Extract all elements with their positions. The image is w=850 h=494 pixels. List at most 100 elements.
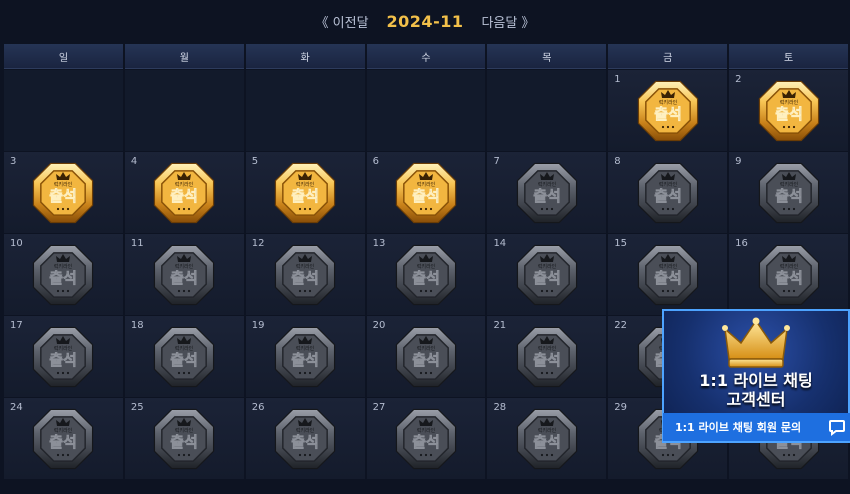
day-number: 24: [10, 402, 23, 413]
day-number: 5: [251, 156, 259, 167]
calendar-week: 1 럭키라인 출석 2 럭키라인 출석: [4, 70, 850, 151]
svg-text:출석: 출석: [533, 187, 561, 205]
day-cell[interactable]: 15 럭키라인 출석: [608, 234, 728, 315]
svg-text:출석: 출석: [291, 187, 319, 205]
svg-text:출석: 출석: [654, 187, 682, 205]
day-cell[interactable]: 3 럭키라인 출석: [4, 152, 123, 233]
day-cell[interactable]: 1 럭키라인 출석: [608, 70, 728, 151]
day-cell[interactable]: 5 럭키라인 출석: [245, 152, 365, 233]
day-cell[interactable]: 9 럭키라인 출석: [729, 152, 849, 233]
live-chat-button-label: 1:1 라이브 채팅 회원 문의: [675, 421, 802, 434]
weekday-sat: 토: [729, 44, 849, 69]
day-number: 15: [614, 238, 628, 249]
attendance-stamp-checked-icon: 럭키라인 출석: [756, 78, 822, 144]
svg-text:출석: 출석: [775, 187, 803, 205]
svg-text:출석: 출석: [412, 433, 440, 451]
weekday-mon: 월: [124, 44, 244, 69]
weekday-header: 일 월 화 수 목 금 토: [4, 44, 850, 69]
svg-text:출석: 출석: [412, 351, 440, 369]
day-number: 21: [493, 320, 507, 331]
weekday-thu: 목: [487, 44, 607, 69]
svg-text:출석: 출석: [291, 351, 319, 369]
attendance-stamp-unchecked-icon: 럭키라인출석: [393, 324, 459, 390]
day-cell[interactable]: 25 럭키라인 출석: [124, 398, 244, 479]
calendar-week: 10 럭키라인 출석 11 럭키라인 출석 12 럭키라인 출석 13 럭키라인 출석 14 럭키라인 출석…: [4, 234, 850, 315]
day-cell[interactable]: 7 럭키라인 출석: [487, 152, 607, 233]
day-number: 11: [130, 238, 144, 249]
attendance-stamp-unchecked-icon: 럭키라인출석: [30, 242, 96, 308]
current-month: 2024-11: [386, 11, 464, 31]
svg-text:출석: 출석: [533, 433, 561, 451]
day-number: 29: [614, 402, 628, 413]
day-number: 4: [130, 156, 138, 167]
day-cell[interactable]: 19 럭키라인 출석: [245, 316, 365, 397]
day-cell[interactable]: 24 럭키라인 출석: [4, 398, 123, 479]
svg-text:출석: 출석: [412, 269, 440, 287]
day-number: 25: [130, 402, 144, 413]
attendance-stamp-unchecked-icon: 럭키라인출석: [756, 160, 822, 226]
chat-banner-line2: 고객센터: [726, 390, 786, 409]
crown-icon: [722, 317, 790, 368]
day-number: 8: [614, 156, 621, 167]
attendance-stamp-unchecked-icon: 럭키라인출석: [756, 242, 822, 308]
empty-day-cell: [4, 70, 123, 151]
attendance-stamp-checked-icon: 럭키라인 출석: [635, 78, 701, 144]
day-number: 12: [251, 238, 265, 249]
day-cell[interactable]: 14 럭키라인 출석: [487, 234, 607, 315]
attendance-stamp-unchecked-icon: 럭키라인출석: [272, 242, 338, 308]
chat-bubble-icon: [829, 420, 845, 436]
empty-day-cell: [487, 70, 607, 151]
attendance-stamp-unchecked-icon: 럭키라인출석: [514, 324, 580, 390]
day-cell[interactable]: 18 럭키라인 출석: [124, 316, 244, 397]
day-cell[interactable]: 21 럭키라인 출석: [487, 316, 607, 397]
day-cell[interactable]: 13 럭키라인 출석: [366, 234, 486, 315]
empty-day-cell: [366, 70, 486, 151]
day-number: 28: [493, 402, 507, 413]
day-number: 7: [493, 156, 500, 167]
day-cell[interactable]: 6 럭키라인 출석: [366, 152, 486, 233]
chat-banner-line1: 1:1 라이브 채팅: [699, 371, 813, 390]
svg-text:출석: 출석: [170, 433, 198, 451]
day-cell[interactable]: 17 럭키라인 출석: [4, 316, 123, 397]
attendance-stamp-unchecked-icon: 럭키라인출석: [30, 406, 96, 472]
svg-text:출석: 출석: [50, 433, 78, 451]
attendance-stamp-unchecked-icon: 럭키라인출석: [151, 406, 217, 472]
svg-text:출석: 출석: [170, 187, 198, 205]
attendance-stamp-unchecked-icon: 럭키라인출석: [151, 324, 217, 390]
live-chat-button[interactable]: 1:1 라이브 채팅 회원 문의: [663, 413, 850, 441]
attendance-stamp-checked-icon: 럭키라인 출석: [151, 160, 217, 226]
day-number: 1: [614, 74, 621, 85]
day-cell[interactable]: 20 럭키라인 출석: [366, 316, 486, 397]
attendance-stamp-checked-icon: 럭키라인 출석: [272, 160, 338, 226]
svg-text:출석: 출석: [50, 351, 78, 369]
svg-text:출석: 출석: [533, 351, 561, 369]
day-cell[interactable]: 16 럭키라인 출석: [729, 234, 849, 315]
svg-text:출석: 출석: [775, 269, 803, 287]
month-navigation: 《 이전달 2024-11 다음달 》: [0, 0, 850, 42]
day-cell[interactable]: 11 럭키라인 출석: [124, 234, 244, 315]
weekday-wed: 수: [366, 44, 486, 69]
weekday-sun: 일: [4, 44, 123, 69]
svg-text:출석: 출석: [50, 269, 78, 287]
attendance-stamp-checked-icon: 럭키라인 출석: [30, 160, 96, 226]
next-month-link[interactable]: 다음달 》: [481, 12, 534, 31]
day-cell[interactable]: 27 럭키라인 출석: [366, 398, 486, 479]
attendance-stamp-unchecked-icon: 럭키라인출석: [151, 242, 217, 308]
day-cell[interactable]: 8 럭키라인 출석: [608, 152, 728, 233]
day-cell[interactable]: 28 럭키라인 출석: [487, 398, 607, 479]
day-cell[interactable]: 26 럭키라인 출석: [245, 398, 365, 479]
day-cell[interactable]: 2 럭키라인 출석: [729, 70, 849, 151]
attendance-stamp-unchecked-icon: 럭키라인출석: [30, 324, 96, 390]
prev-month-link[interactable]: 《 이전달: [316, 12, 369, 31]
day-number: 2: [735, 74, 742, 85]
empty-day-cell: [245, 70, 365, 151]
day-number: 18: [130, 320, 144, 331]
day-cell[interactable]: 10 럭키라인 출석: [4, 234, 123, 315]
weekday-tue: 화: [245, 44, 365, 69]
weekday-fri: 금: [608, 44, 728, 69]
day-number: 17: [10, 320, 23, 331]
attendance-stamp-unchecked-icon: 럭키라인출석: [514, 242, 580, 308]
attendance-stamp-unchecked-icon: 럭키라인출석: [272, 406, 338, 472]
day-cell[interactable]: 4 럭키라인 출석: [124, 152, 244, 233]
day-cell[interactable]: 12 럭키라인 출석: [245, 234, 365, 315]
